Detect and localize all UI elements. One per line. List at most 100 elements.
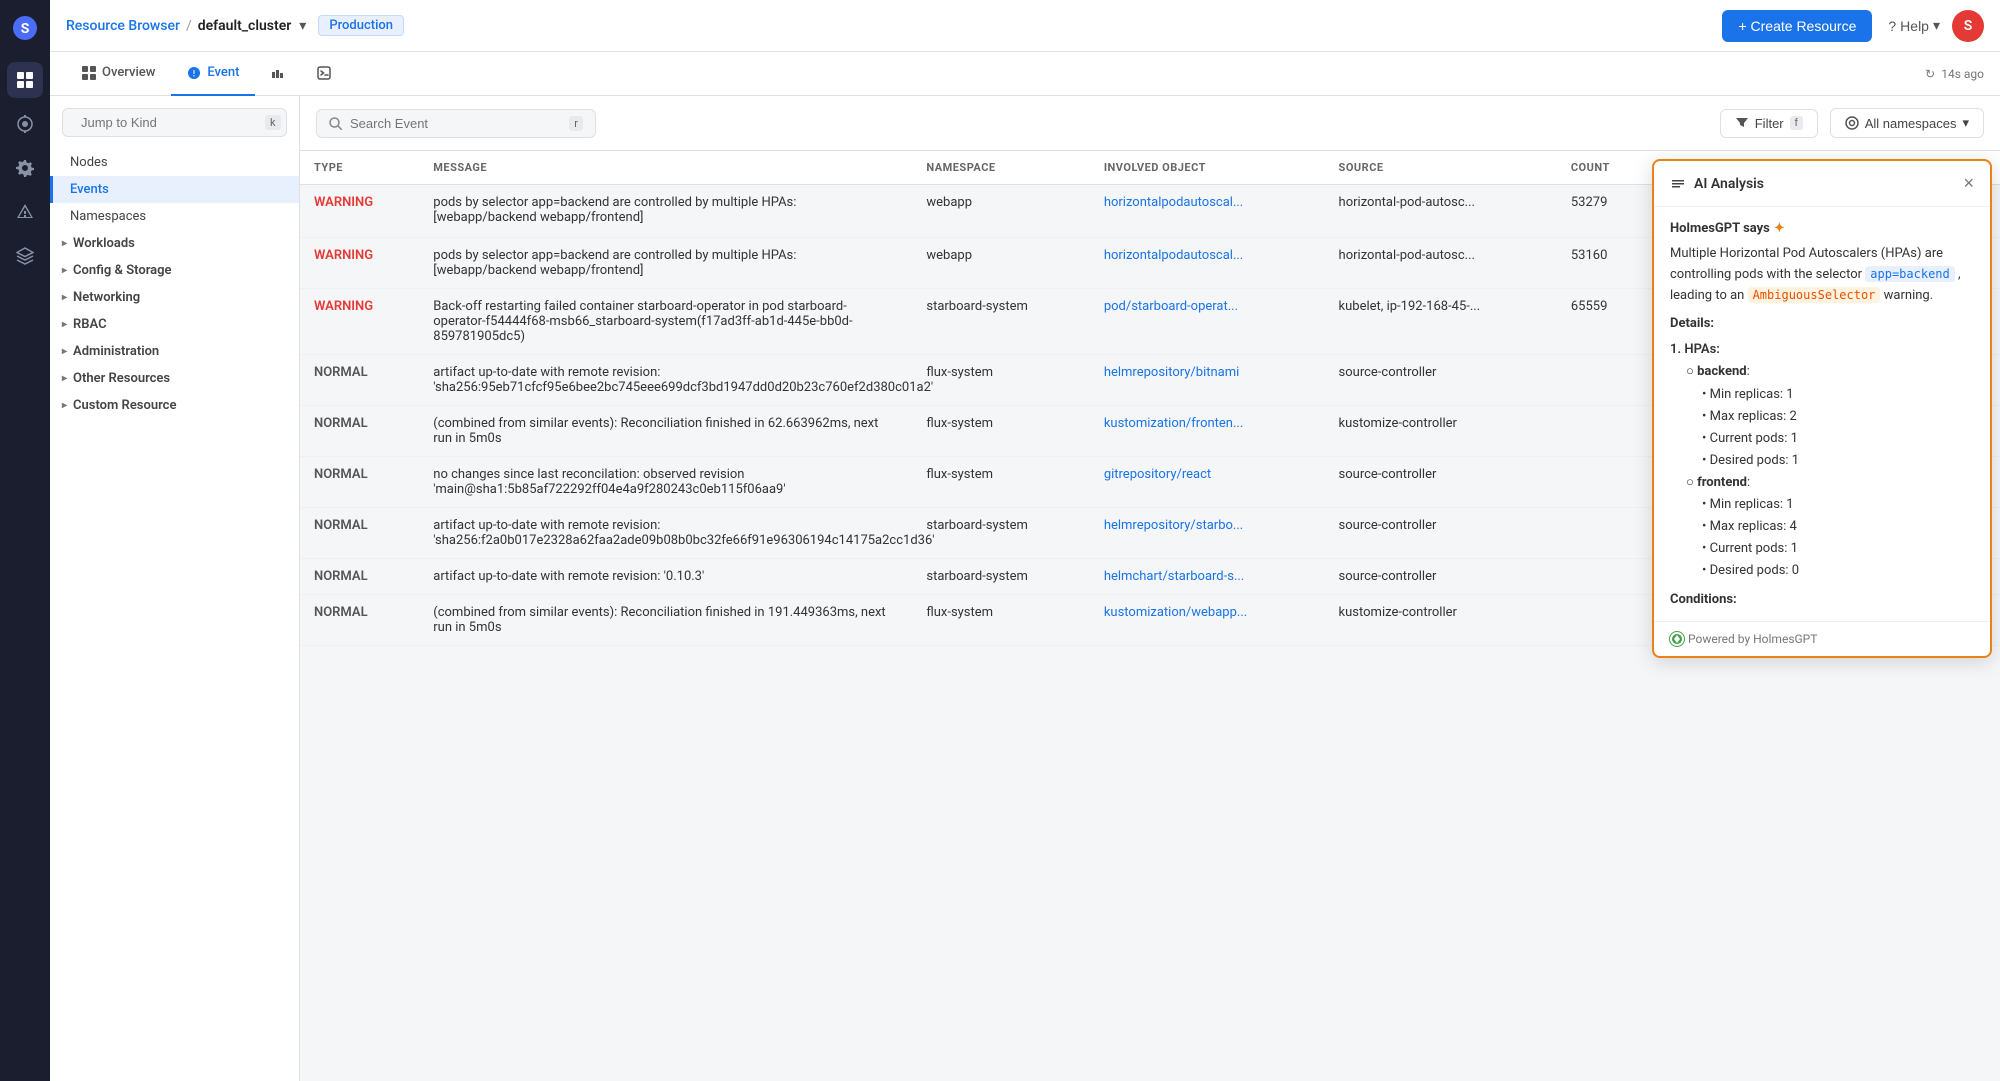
chart-icon <box>271 66 285 80</box>
cell-source: horizontal-pod-autosc... <box>1325 238 1557 289</box>
cell-namespace: flux-system <box>912 595 1089 646</box>
sidebar-item-events[interactable]: Events <box>50 176 299 203</box>
cluster-name[interactable]: default_cluster <box>198 18 292 34</box>
namespace-selector[interactable]: All namespaces ▾ <box>1830 108 1984 138</box>
breadcrumb-separator: / <box>186 18 192 34</box>
help-button[interactable]: ? Help ▾ <box>1888 17 1940 34</box>
tab-terminal[interactable] <box>301 52 347 96</box>
app-name[interactable]: Resource Browser <box>66 18 180 34</box>
ai-warning-code: AmbiguousSelector <box>1748 287 1881 303</box>
ai-panel-close-button[interactable]: × <box>1963 173 1974 194</box>
logo-icon[interactable]: S <box>7 10 43 46</box>
tab-chart[interactable] <box>255 52 301 96</box>
config-storage-chevron-icon: ▸ <box>62 265 67 276</box>
cluster-dropdown-icon[interactable]: ▾ <box>299 18 306 34</box>
nav-settings-icon[interactable] <box>7 150 43 186</box>
col-involved-object: INVOLVED OBJECT <box>1090 151 1325 185</box>
cell-count: 53279 <box>1557 185 1649 238</box>
tab-overview[interactable]: Overview <box>66 52 171 96</box>
ai-selector-code: app=backend <box>1865 266 1954 282</box>
cell-involved-object[interactable]: horizontalpodautoscal... <box>1090 238 1325 289</box>
cell-involved-object[interactable]: gitrepository/react <box>1090 457 1325 508</box>
administration-chevron-icon: ▸ <box>62 346 67 357</box>
cell-involved-object[interactable]: helmchart/starboard-s... <box>1090 559 1325 595</box>
col-type: TYPE <box>300 151 419 185</box>
frontend-current-pods: Current pods: 1 <box>1670 538 1974 560</box>
cell-involved-object[interactable]: helmrepository/bitnami <box>1090 355 1325 406</box>
ai-panel-title: AI Analysis <box>1670 176 1764 192</box>
sidebar: k Nodes Events Namespaces ▸ Workloads ▸ … <box>50 96 300 1081</box>
create-resource-button[interactable]: + Create Resource <box>1722 10 1872 42</box>
rbac-chevron-icon: ▸ <box>62 319 67 330</box>
breadcrumb: Resource Browser / default_cluster ▾ <box>66 18 306 34</box>
nav-alert-icon[interactable] <box>7 194 43 230</box>
env-badge[interactable]: Production <box>318 15 404 36</box>
cell-type: NORMAL <box>300 559 419 595</box>
sidebar-group-config-storage[interactable]: ▸ Config & Storage <box>50 257 299 284</box>
cell-source: kustomize-controller <box>1325 406 1557 457</box>
cell-message: artifact up-to-date with remote revision… <box>419 355 912 406</box>
cell-type: NORMAL <box>300 595 419 646</box>
cell-count <box>1557 595 1649 646</box>
cell-involved-object[interactable]: horizontalpodautoscal... <box>1090 185 1325 238</box>
topbar: Resource Browser / default_cluster ▾ Pro… <box>50 0 2000 52</box>
help-chevron-icon: ▾ <box>1933 17 1940 34</box>
administration-label: Administration <box>73 344 159 359</box>
hpas-item: 1. HPAs: <box>1670 339 1974 361</box>
backend-item: ○ backend: <box>1670 361 1974 383</box>
sidebar-group-workloads[interactable]: ▸ Workloads <box>50 230 299 257</box>
sidebar-item-namespaces[interactable]: Namespaces <box>50 203 299 230</box>
event-search-box[interactable]: r <box>316 109 596 138</box>
col-message: MESSAGE <box>419 151 912 185</box>
cell-source: source-controller <box>1325 355 1557 406</box>
col-namespace: NAMESPACE <box>912 151 1089 185</box>
event-icon <box>187 66 201 80</box>
tab-event[interactable]: Event <box>171 52 255 96</box>
nav-resource-icon[interactable] <box>7 62 43 98</box>
user-avatar[interactable]: S <box>1952 10 1984 42</box>
sidebar-group-other-resources[interactable]: ▸ Other Resources <box>50 365 299 392</box>
cell-message: (combined from similar events): Reconcil… <box>419 406 912 457</box>
events-table-wrapper: TYPE MESSAGE NAMESPACE INVOLVED OBJECT S… <box>300 151 2000 1081</box>
custom-resource-chevron-icon: ▸ <box>62 400 67 411</box>
cell-count <box>1557 508 1649 559</box>
ai-intro-part3: warning. <box>1884 288 1934 303</box>
cell-message: Back-off restarting failed container sta… <box>419 289 912 355</box>
sidebar-group-custom-resource[interactable]: ▸ Custom Resource <box>50 392 299 419</box>
backend-label: backend <box>1697 364 1747 379</box>
backend-min-replicas: Min replicas: 1 <box>1670 384 1974 406</box>
backend-current-pods: Current pods: 1 <box>1670 428 1974 450</box>
svg-text:S: S <box>21 21 30 37</box>
refresh-info: ↻ 14s ago <box>1925 67 1984 81</box>
cell-message: (combined from similar events): Reconcil… <box>419 595 912 646</box>
event-search-input[interactable] <box>350 116 561 131</box>
workloads-label: Workloads <box>73 236 135 251</box>
holmes-badge: Powered by HolmesGPT <box>1670 632 1817 646</box>
sidebar-item-nodes[interactable]: Nodes <box>50 149 299 176</box>
filter-button[interactable]: Filter f <box>1720 109 1818 138</box>
spark-icon: ✦ <box>1774 221 1785 236</box>
sidebar-search-input[interactable] <box>81 115 257 130</box>
cell-involved-object[interactable]: kustomization/webapp... <box>1090 595 1325 646</box>
sidebar-group-rbac[interactable]: ▸ RBAC <box>50 311 299 338</box>
sidebar-group-administration[interactable]: ▸ Administration <box>50 338 299 365</box>
nav-cluster-icon[interactable] <box>7 106 43 142</box>
left-icon-bar: S <box>0 0 50 1081</box>
ai-analysis-panel: AI Analysis × HolmesGPT says ✦ Multiple … <box>1652 159 1992 658</box>
col-source: SOURCE <box>1325 151 1557 185</box>
sidebar-search-box[interactable]: k <box>62 108 287 137</box>
details-title: Details: <box>1670 316 1974 331</box>
ai-panel-footer: Powered by HolmesGPT <box>1654 621 1990 656</box>
terminal-icon <box>317 66 331 80</box>
nav-layers-icon[interactable] <box>7 238 43 274</box>
cell-involved-object[interactable]: pod/starboard-operat... <box>1090 289 1325 355</box>
event-search-kbd: r <box>569 116 583 131</box>
cell-involved-object[interactable]: helmrepository/starbo... <box>1090 508 1325 559</box>
cell-type: NORMAL <box>300 457 419 508</box>
refresh-icon[interactable]: ↻ <box>1925 67 1935 81</box>
cell-count: 53160 <box>1557 238 1649 289</box>
content-toolbar: r Filter f All namespaces ▾ <box>300 96 2000 151</box>
cell-source: source-controller <box>1325 508 1557 559</box>
sidebar-group-networking[interactable]: ▸ Networking <box>50 284 299 311</box>
cell-involved-object[interactable]: kustomization/fronten... <box>1090 406 1325 457</box>
